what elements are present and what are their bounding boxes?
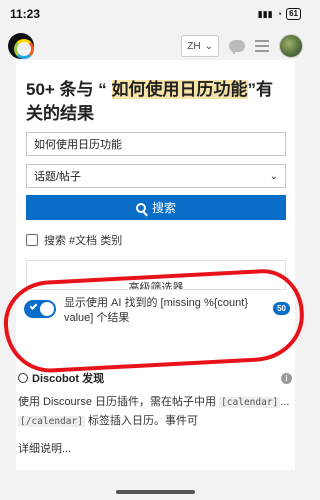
toggle-knob: [40, 302, 54, 316]
status-bar: 11:23 ▮▮▮ ◔ 61: [0, 0, 311, 28]
discobot-summary: 使用 Discourse 日历插件，需在帖子中用 [calendar] ... [/…: [18, 393, 293, 431]
category-filter[interactable]: 搜索 #文档 类别: [26, 232, 122, 248]
check-icon: [29, 302, 38, 310]
read-more-link[interactable]: 详细说明...: [18, 440, 71, 456]
ai-results-toggle-row: 显示使用 AI 找到的 [missing %{count} value] 个结果…: [24, 296, 290, 326]
advanced-filters-label: 高级筛选器: [128, 282, 184, 290]
summary-text-2: 标签插入日历。事件可: [84, 415, 198, 427]
user-avatar[interactable]: [279, 34, 303, 58]
home-indicator[interactable]: [116, 490, 195, 494]
status-icons: ▮▮▮ ◔ 61: [258, 8, 301, 20]
robot-icon: [18, 373, 28, 383]
hamburger-menu-icon[interactable]: [255, 40, 269, 52]
type-select[interactable]: 话题/帖子 ⌄: [26, 164, 286, 188]
advanced-filters-button[interactable]: 高级筛选器: [26, 260, 286, 290]
summary-ellipsis: ...: [280, 396, 290, 408]
site-header: ZH ⌄: [0, 28, 311, 64]
code-calendar-close: [/calendar]: [18, 416, 85, 427]
chevron-down-icon: ⌄: [204, 40, 213, 52]
search-button-label: 搜索: [151, 201, 176, 215]
status-time: 11:23: [10, 7, 41, 21]
category-checkbox[interactable]: [26, 234, 38, 246]
title-query: 如何使用日历功能: [111, 80, 248, 99]
ai-results-label: 显示使用 AI 找到的 [missing %{count} value] 个结果: [64, 297, 248, 324]
search-input-value: 如何使用日历功能: [34, 139, 122, 151]
system-nav-bar: [0, 482, 311, 500]
chat-icon[interactable]: [229, 40, 245, 55]
chevron-down-icon: ⌄: [269, 170, 278, 182]
search-icon: [135, 202, 146, 213]
language-label: ZH: [187, 40, 201, 52]
ai-results-toggle[interactable]: [24, 300, 56, 318]
code-calendar-open: [calendar]: [219, 397, 281, 408]
title-prefix: 50+ 条与 “: [26, 80, 112, 99]
battery-icon: 61: [286, 8, 301, 20]
search-button[interactable]: 搜索: [26, 195, 286, 220]
signal-icon: ▮▮▮: [257, 8, 273, 19]
summary-text-1: 使用 Discourse 日历插件，需在帖子中用: [18, 396, 220, 408]
info-icon[interactable]: i: [281, 373, 292, 384]
type-select-value: 话题/帖子: [34, 171, 82, 183]
language-switcher[interactable]: ZH ⌄: [181, 35, 219, 57]
discourse-logo[interactable]: [8, 33, 34, 59]
ai-results-count: 50: [273, 302, 290, 315]
wifi-icon: ◔: [276, 9, 283, 19]
discobot-heading: Discobot 发现: [18, 370, 104, 386]
discobot-title: Discobot 发现: [32, 373, 105, 385]
search-input[interactable]: 如何使用日历功能: [26, 132, 286, 156]
results-title: 50+ 条与 “ 如何使用日历功能”有关的结果: [26, 78, 288, 126]
category-filter-label: 搜索 #文档 类别: [44, 235, 123, 247]
